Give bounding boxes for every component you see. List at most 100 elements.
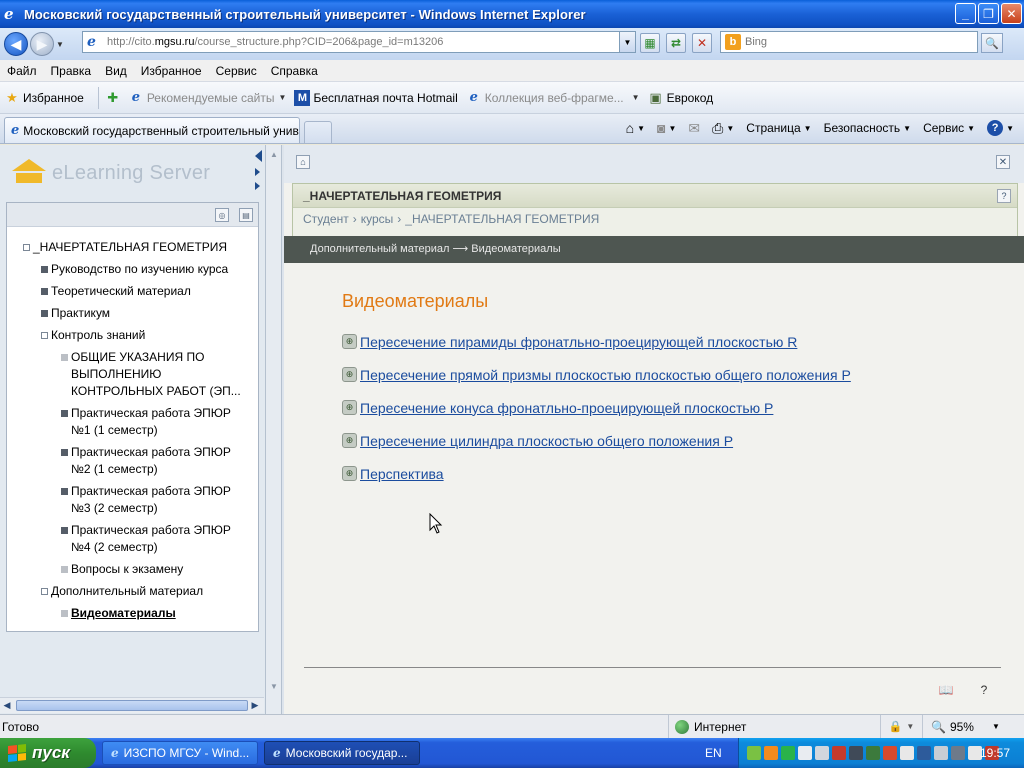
taskbar-window-button-active[interactable]: e Московский государ... [264, 741, 420, 765]
tree-node[interactable]: Практическая работа ЭПЮР №2 (1 семестр) [7, 444, 258, 478]
menu-favorites[interactable]: Избранное [134, 64, 209, 78]
search-input[interactable] [745, 36, 965, 48]
window-title-bar[interactable]: e Московский государственный строительны… [0, 0, 1024, 28]
clock[interactable]: 19:57 [980, 746, 1010, 760]
tray-app-icon[interactable] [747, 746, 761, 760]
search-box[interactable]: b [720, 31, 978, 53]
tree-options-icon[interactable]: ▤ [239, 208, 253, 222]
tray-app-icon[interactable] [951, 746, 965, 760]
tree-node[interactable]: Контроль знаний [7, 327, 258, 344]
forward-button[interactable]: ▶ [30, 32, 54, 56]
zoom-control[interactable]: 🔍 95% ▼ [922, 715, 1022, 738]
fav-hotmail[interactable]: M Бесплатная почта Hotmail [294, 89, 458, 106]
tree-collapse-icon[interactable] [41, 332, 48, 339]
sidebar-horizontal-scrollbar[interactable]: ◀ ▶ [0, 697, 264, 713]
scroll-thumb[interactable] [16, 700, 248, 711]
compatibility-view-icon[interactable]: ▦ [640, 33, 660, 53]
volume-icon[interactable] [900, 746, 914, 760]
tree-node[interactable]: Практическая работа ЭПЮР №4 (2 семестр) [7, 522, 258, 556]
fav-suggested-sites[interactable]: e Рекомендуемые сайты ▼ [128, 90, 287, 106]
tray-app-icon[interactable] [917, 746, 931, 760]
tray-app-icon[interactable] [832, 746, 846, 760]
feeds-command[interactable]: ◙ ▼ [657, 120, 676, 136]
video-link[interactable]: Пересечение прямой призмы плоскостью пло… [360, 367, 851, 383]
menu-tools[interactable]: Сервис [209, 64, 264, 78]
favorites-button[interactable]: ★ Избранное [4, 90, 84, 106]
tree-node[interactable]: Дополнительный материал [7, 583, 258, 600]
book-icon[interactable]: 📖 [938, 683, 954, 697]
tree-node[interactable]: Теоретический материал [7, 283, 258, 300]
print-command[interactable]: ⎙ ▼ [712, 120, 734, 137]
home-command[interactable]: ⌂ ▼ [626, 120, 645, 136]
minimize-button[interactable]: _ [955, 3, 976, 24]
help-pointer-icon[interactable]: ? [976, 683, 992, 697]
new-tab-button[interactable] [304, 121, 332, 143]
page-menu[interactable]: Страница ▼ [746, 121, 811, 135]
back-button[interactable]: ◀ [4, 32, 28, 56]
tray-app-icon[interactable] [849, 746, 863, 760]
tree-collapse-icon[interactable] [41, 588, 48, 595]
tree-node[interactable]: Практикум [7, 305, 258, 322]
start-button[interactable]: пуск [0, 738, 96, 768]
video-link[interactable]: Пересечение пирамиды фронатльно-проециру… [360, 334, 797, 350]
expand-right-icon[interactable] [255, 182, 260, 190]
scroll-down-icon[interactable]: ▼ [267, 679, 281, 693]
collapse-left-icon[interactable] [255, 150, 262, 162]
home-icon[interactable]: ⌂ [296, 155, 310, 169]
menu-edit[interactable]: Правка [44, 64, 99, 78]
safety-menu[interactable]: Безопасность ▼ [824, 121, 911, 135]
protected-mode-indicator[interactable]: 🔒 ▼ [880, 715, 922, 738]
tray-app-icon[interactable] [866, 746, 880, 760]
tray-app-icon[interactable] [815, 746, 829, 760]
sidebar-vertical-scrollbar[interactable]: ▲ ▼ [266, 145, 282, 714]
language-indicator[interactable]: EN [705, 738, 722, 768]
tree-node[interactable]: _НАЧЕРТАТЕЛЬНАЯ ГЕОМЕТРИЯ [7, 239, 258, 256]
tree-node[interactable]: ОБЩИЕ УКАЗАНИЯ ПО ВЫПОЛНЕНИЮ КОНТРОЛЬНЫХ Р… [7, 349, 258, 400]
stop-button[interactable]: ✕ [692, 33, 712, 53]
scroll-right-icon[interactable]: ▶ [248, 699, 262, 712]
pane-toggle[interactable] [255, 150, 265, 196]
menu-view[interactable]: Вид [98, 64, 134, 78]
tree-search-icon[interactable]: ◎ [215, 208, 229, 222]
breadcrumb-course[interactable]: _НАЧЕРТАТЕЛЬНАЯ ГЕОМЕТРИЯ [405, 212, 599, 226]
tree-collapse-icon[interactable] [23, 244, 30, 251]
help-menu[interactable]: ? ▼ [987, 120, 1014, 136]
address-input[interactable]: e http://cito.mgsu.ru/course_structure.p… [82, 31, 636, 53]
add-to-favorites-button[interactable]: ✚ [105, 90, 124, 106]
menu-help[interactable]: Справка [264, 64, 325, 78]
close-icon[interactable]: ✕ [996, 155, 1010, 169]
search-button[interactable]: 🔍 [981, 33, 1003, 53]
tray-app-icon[interactable] [798, 746, 812, 760]
scroll-up-icon[interactable]: ▲ [267, 147, 281, 161]
scroll-left-icon[interactable]: ◀ [0, 699, 14, 712]
tree-node[interactable]: Руководство по изучению курса [7, 261, 258, 278]
video-link[interactable]: Перспектива [360, 466, 444, 482]
tray-app-icon[interactable] [883, 746, 897, 760]
tools-menu[interactable]: Сервис ▼ [923, 121, 975, 135]
tree-node[interactable]: Видеоматериалы [7, 605, 258, 622]
mail-command[interactable]: ✉ [688, 120, 700, 137]
tree-node[interactable]: Вопросы к экзамену [7, 561, 258, 578]
breadcrumb-courses[interactable]: курсы [361, 212, 394, 226]
close-window-button[interactable]: ✕ [1001, 3, 1022, 24]
security-zone[interactable]: Интернет [668, 715, 746, 738]
breadcrumb-student[interactable]: Студент [303, 212, 349, 226]
tray-app-icon[interactable] [781, 746, 795, 760]
network-icon[interactable] [934, 746, 948, 760]
recent-pages-dropdown[interactable]: ▼ [54, 40, 66, 49]
video-link[interactable]: Пересечение цилиндра плоскостью общего п… [360, 433, 733, 449]
tree-node[interactable]: Практическая работа ЭПЮР №3 (2 семестр) [7, 483, 258, 517]
video-link[interactable]: Пересечение конуса фронатльно-проецирующ… [360, 400, 773, 416]
tray-app-icon[interactable] [764, 746, 778, 760]
refresh-button[interactable]: ⇄ [666, 33, 686, 53]
help-icon[interactable]: ? [997, 189, 1011, 203]
tree-node[interactable]: Практическая работа ЭПЮР №1 (1 семестр) [7, 405, 258, 439]
restore-button[interactable]: ❐ [978, 3, 999, 24]
taskbar-window-button[interactable]: e ИЗСПО МГСУ - Wind... [102, 741, 258, 765]
menu-file[interactable]: Файл [0, 64, 44, 78]
fav-web-slice-gallery[interactable]: e Коллекция веб-фрагме... ▼ [466, 90, 640, 106]
address-dropdown[interactable]: ▼ [619, 32, 635, 52]
fav-eurocode[interactable]: ▣ Еврокод [648, 90, 713, 106]
tab-current[interactable]: e Московский государственный строительны… [4, 117, 300, 143]
expand-right-icon[interactable] [255, 168, 260, 176]
